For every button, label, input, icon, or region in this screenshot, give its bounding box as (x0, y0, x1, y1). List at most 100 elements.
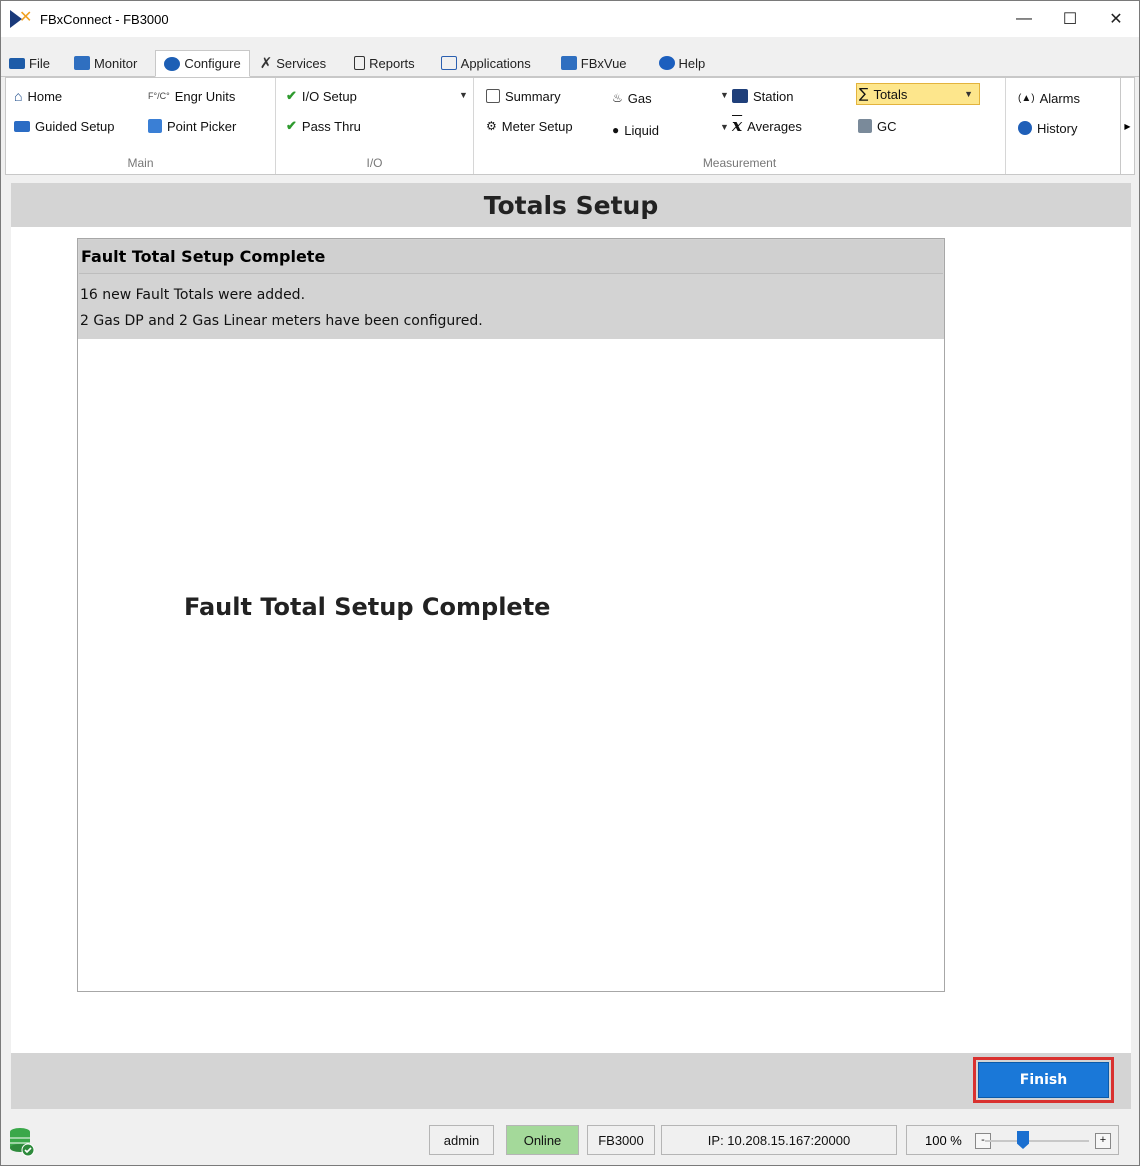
station-button[interactable]: Station (732, 86, 793, 106)
guided-setup-button[interactable]: Guided Setup (14, 116, 115, 136)
ribbon-group-io: ✔ I/O Setup ▼ ✔ Pass Thru I/O (276, 78, 474, 174)
history-label: History (1037, 120, 1078, 136)
panel-message-line: 2 Gas DP and 2 Gas Linear meters have be… (80, 313, 483, 329)
checkmark-icon: ✔ (286, 118, 297, 133)
help-icon (658, 56, 675, 70)
ribbon-group-main: ⌂ Home F°/C° Engr Units Guided Setup Poi… (6, 78, 276, 174)
zoom-slider-track[interactable] (985, 1140, 1089, 1142)
gas-dropdown-arrow[interactable]: ▼ (720, 90, 729, 100)
totals-dropdown-arrow[interactable]: ▼ (964, 89, 973, 99)
tab-applications-label: Applications (460, 55, 531, 71)
setup-panel: Fault Total Setup Complete 16 new Fault … (77, 238, 945, 992)
close-button[interactable]: ✕ (1093, 1, 1139, 37)
summary-label: Summary (505, 88, 561, 104)
meter-setup-icon: ⚙ (486, 119, 497, 133)
applications-icon (440, 56, 457, 70)
finish-highlight: Finish (973, 1057, 1114, 1103)
meter-setup-button[interactable]: ⚙ Meter Setup (486, 116, 573, 136)
alarms-label: Alarms (1039, 90, 1081, 106)
tab-monitor-label: Monitor (93, 55, 138, 71)
summary-button[interactable]: Summary (486, 86, 561, 106)
tab-fbxvue-label: FBxVue (580, 55, 627, 71)
pass-thru-button[interactable]: ✔ Pass Thru (286, 116, 361, 136)
history-button[interactable]: History (1018, 118, 1077, 138)
tab-applications[interactable]: Applications (433, 50, 539, 76)
gas-button[interactable]: ♨ Gas (612, 88, 652, 108)
group-label-main: Main (127, 156, 154, 170)
app-window: ✕ FBxConnect - FB3000 — ☐ ✕ File Monitor… (0, 0, 1140, 1166)
alarms-button[interactable]: (▲) Alarms (1018, 88, 1080, 108)
gc-label: GC (877, 118, 897, 134)
zoom-slider-thumb[interactable] (1017, 1131, 1029, 1149)
status-bar: admin Online FB3000 IP: 10.208.15.167:20… (1, 1111, 1139, 1165)
tab-monitor[interactable]: Monitor (66, 50, 145, 76)
tab-help[interactable]: Help (651, 50, 714, 76)
zoom-in-button[interactable]: + (1095, 1133, 1111, 1149)
flame-icon: ♨ (612, 91, 623, 105)
content-area: Totals Setup Fault Total Setup Complete … (11, 183, 1131, 1053)
guided-setup-icon (14, 120, 30, 132)
averages-button[interactable]: x Averages (732, 116, 802, 136)
gc-button[interactable]: GC (858, 116, 897, 136)
ribbon-tabs: File Monitor Configure ✗ Services Report… (1, 50, 1139, 77)
app-logo-icon: ✕ (10, 7, 34, 29)
gas-label: Gas (627, 90, 652, 106)
status-device: FB3000 (587, 1125, 655, 1155)
monitor-icon (73, 56, 90, 70)
page-header: Totals Setup (11, 183, 1131, 227)
sigma-icon: ∑ (859, 86, 869, 102)
ribbon: ⌂ Home F°/C° Engr Units Guided Setup Poi… (5, 77, 1135, 175)
engr-units-button[interactable]: F°/C° Engr Units (148, 86, 235, 106)
meter-setup-label: Meter Setup (501, 118, 573, 134)
completion-message: Fault Total Setup Complete (184, 593, 551, 621)
finish-button[interactable]: Finish (978, 1062, 1109, 1098)
totals-label: Totals (873, 86, 908, 102)
point-picker-button[interactable]: Point Picker (148, 116, 236, 136)
tab-services-label: Services (276, 55, 327, 71)
tab-reports[interactable]: Reports (346, 50, 423, 76)
point-picker-label: Point Picker (167, 118, 237, 134)
tab-file-label: File (29, 55, 50, 71)
minimize-button[interactable]: — (1001, 1, 1047, 37)
station-label: Station (753, 88, 794, 104)
totals-button[interactable]: ∑ Totals ▼ (856, 83, 980, 105)
station-icon (732, 89, 748, 103)
io-setup-button[interactable]: ✔ I/O Setup (286, 86, 357, 106)
home-button[interactable]: ⌂ Home (14, 86, 62, 106)
maximize-button[interactable]: ☐ (1047, 1, 1093, 37)
tab-configure-label: Configure (184, 56, 241, 71)
tab-services[interactable]: ✗ Services (252, 50, 334, 76)
gear-icon (164, 56, 181, 71)
engr-units-label: Engr Units (174, 88, 236, 104)
pass-thru-label: Pass Thru (301, 118, 361, 134)
wizard-footer: Finish (11, 1053, 1131, 1109)
liquid-label: Liquid (624, 122, 659, 138)
ribbon-scroll-right[interactable]: ▶ (1120, 78, 1134, 174)
database-connected-icon (10, 1128, 35, 1157)
guided-setup-label: Guided Setup (35, 118, 115, 134)
tab-reports-label: Reports (369, 55, 415, 71)
checkmark-icon: ✔ (286, 88, 297, 103)
point-picker-icon (148, 119, 162, 133)
panel-header: Fault Total Setup Complete 16 new Fault … (78, 239, 944, 339)
averages-label: Averages (747, 118, 802, 134)
alarm-icon: (▲) (1018, 92, 1035, 104)
history-icon (1018, 121, 1032, 135)
home-label: Home (27, 88, 63, 104)
totals-item: ∑ Totals (859, 84, 907, 104)
droplet-icon: ● (612, 123, 620, 137)
io-setup-dropdown-arrow[interactable]: ▼ (459, 90, 468, 100)
status-ip: IP: 10.208.15.167:20000 (661, 1125, 897, 1155)
panel-message-line: 16 new Fault Totals were added. (80, 287, 306, 303)
liquid-button[interactable]: ● Liquid (612, 120, 659, 140)
fbxvue-icon (560, 56, 577, 70)
group-label-measurement: Measurement (702, 156, 777, 170)
tab-file[interactable]: File (1, 50, 58, 76)
group-label-io: I/O (366, 156, 383, 170)
home-icon: ⌂ (14, 88, 23, 104)
tab-fbxvue[interactable]: FBxVue (553, 50, 635, 76)
status-connection: Online (506, 1125, 579, 1155)
liquid-dropdown-arrow[interactable]: ▼ (720, 122, 729, 132)
summary-icon (486, 89, 500, 103)
tab-configure[interactable]: Configure (155, 50, 250, 77)
